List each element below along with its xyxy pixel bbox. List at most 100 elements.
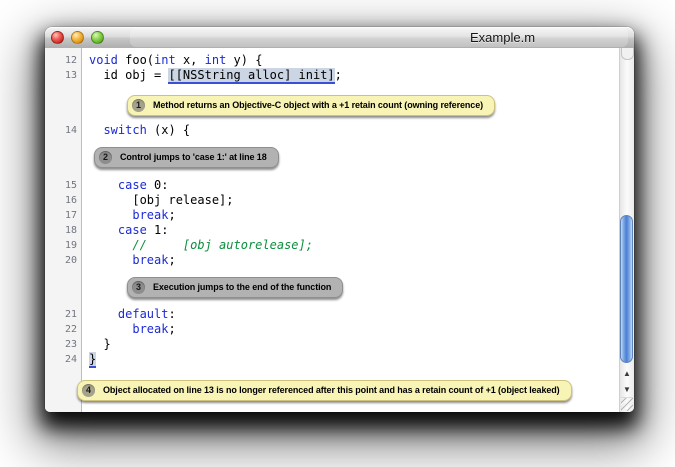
code-segment: int — [205, 53, 227, 67]
code-text: break; — [77, 208, 176, 223]
code-segment: default — [118, 307, 169, 321]
annotation-step-badge: 2 — [99, 151, 112, 164]
line-number: 21 — [45, 307, 77, 322]
code-text: } — [77, 352, 96, 367]
close-button[interactable] — [51, 31, 64, 44]
editor-content[interactable]: 1112void foo(int x, int y) {13 id obj = … — [45, 48, 634, 412]
code-segment: switch — [103, 123, 146, 137]
code-line-23[interactable]: 23 } — [45, 337, 619, 352]
code-segment: y) { — [226, 53, 262, 67]
code-segment: ; — [335, 68, 342, 82]
annotation-step-badge: 1 — [132, 99, 145, 112]
code-segment: (x) { — [147, 123, 190, 137]
code-text: void foo(int x, int y) { — [77, 53, 262, 68]
code-text: switch (x) { — [77, 123, 190, 138]
line-number: 14 — [45, 123, 77, 138]
scrollbar-thumb[interactable] — [620, 215, 633, 363]
analyzer-annotation-4[interactable]: 4 Object allocated on line 13 is no longe… — [77, 380, 572, 401]
code-segment — [89, 238, 132, 252]
code-line-16[interactable]: 16 [obj release]; — [45, 193, 619, 208]
code-line-21[interactable]: 21 default: — [45, 307, 619, 322]
zoom-button[interactable] — [91, 31, 104, 44]
annotation-text: Execution jumps to the end of the functi… — [153, 280, 331, 295]
line-number: 17 — [45, 208, 77, 223]
code-segment: break — [132, 208, 168, 222]
code-line-22[interactable]: 22 break; — [45, 322, 619, 337]
annotation-text: Object allocated on line 13 is no longer… — [103, 383, 560, 398]
analyzer-annotation-3[interactable]: 3 Execution jumps to the end of the funct… — [127, 277, 343, 298]
code-segment: ; — [168, 208, 175, 222]
code-segment: 1: — [147, 223, 169, 237]
arrow-down-icon: ▼ — [623, 385, 631, 394]
line-number: 20 — [45, 253, 77, 268]
code-segment: int — [154, 53, 176, 67]
line-number: 13 — [45, 68, 77, 83]
code-line-14[interactable]: 14 switch (x) { — [45, 123, 619, 138]
annotation-text: Method returns an Objective-C object wit… — [153, 98, 483, 113]
vertical-scrollbar[interactable]: ▲ ▼ — [619, 48, 634, 412]
code-text: id obj = [[NSString alloc] init]; — [77, 68, 342, 83]
line-number: 19 — [45, 238, 77, 253]
code-line-19[interactable]: 19 // [obj autorelease]; — [45, 238, 619, 253]
code-rows: 1112void foo(int x, int y) {13 id obj = … — [45, 48, 619, 412]
code-text: [obj release]; — [77, 193, 234, 208]
code-text: // [obj autorelease]; — [77, 238, 313, 253]
annotation-step-badge: 3 — [132, 281, 145, 294]
code-segment: case — [118, 178, 147, 192]
code-segment: ; — [168, 253, 175, 267]
code-segment: break — [132, 253, 168, 267]
title-bar-sheen — [130, 28, 628, 47]
line-number: 16 — [45, 193, 77, 208]
line-number: 24 — [45, 352, 77, 367]
arrow-up-icon: ▲ — [623, 369, 631, 378]
code-segment: // [obj autorelease]; — [132, 238, 313, 252]
analyzer-annotation-1[interactable]: 1 Method returns an Objective-C object wi… — [127, 95, 495, 116]
line-number: 18 — [45, 223, 77, 238]
code-segment — [89, 253, 132, 267]
code-segment: : — [168, 307, 175, 321]
analyzer-highlighted-expression: } — [89, 352, 96, 368]
window: Example.m 1112void foo(int x, int y) {13… — [45, 27, 634, 412]
code-segment — [89, 208, 132, 222]
scrollbar-track-cap — [621, 48, 634, 60]
analyzer-annotation-2[interactable]: 2 Control jumps to 'case 1:' at line 18 — [94, 147, 279, 168]
code-line-24[interactable]: 24} — [45, 352, 619, 367]
code-segment: foo( — [118, 53, 154, 67]
code-segment — [89, 307, 118, 321]
code-text: } — [77, 337, 111, 352]
scrollbar-buttons: ▲ ▼ — [620, 366, 634, 398]
title-bar[interactable]: Example.m — [45, 27, 634, 49]
scroll-down-button[interactable]: ▼ — [620, 382, 634, 398]
code-line-18[interactable]: 18 case 1: — [45, 223, 619, 238]
line-number: 22 — [45, 322, 77, 337]
line-number: 15 — [45, 178, 77, 193]
code-segment: case — [118, 223, 147, 237]
code-segment: } — [89, 337, 111, 351]
line-number: 12 — [45, 53, 77, 68]
code-line-20[interactable]: 20 break; — [45, 253, 619, 268]
code-text: break; — [77, 322, 176, 337]
annotation-text: Control jumps to 'case 1:' at line 18 — [120, 150, 267, 165]
window-title: Example.m — [470, 27, 535, 48]
code-line-12[interactable]: 12void foo(int x, int y) { — [45, 53, 619, 68]
annotation-step-badge: 4 — [82, 384, 95, 397]
code-segment: [obj release]; — [89, 193, 234, 207]
code-segment: ; — [168, 322, 175, 336]
minimize-button[interactable] — [71, 31, 84, 44]
line-number: 23 — [45, 337, 77, 352]
code-text: case 1: — [77, 223, 169, 238]
code-segment — [89, 223, 118, 237]
code-line-15[interactable]: 15 case 0: — [45, 178, 619, 193]
code-text: case 0: — [77, 178, 169, 193]
code-segment: void — [89, 53, 118, 67]
scroll-up-button[interactable]: ▲ — [620, 366, 634, 382]
analyzer-highlighted-expression: [[NSString alloc] init] — [168, 68, 334, 84]
code-segment: x, — [176, 53, 205, 67]
code-line-17[interactable]: 17 break; — [45, 208, 619, 223]
code-text: break; — [77, 253, 176, 268]
resize-grip-icon[interactable] — [621, 397, 633, 411]
code-segment: id obj = — [89, 68, 168, 82]
code-line-13[interactable]: 13 id obj = [[NSString alloc] init]; — [45, 68, 619, 83]
code-segment — [89, 123, 103, 137]
code-segment — [89, 178, 118, 192]
